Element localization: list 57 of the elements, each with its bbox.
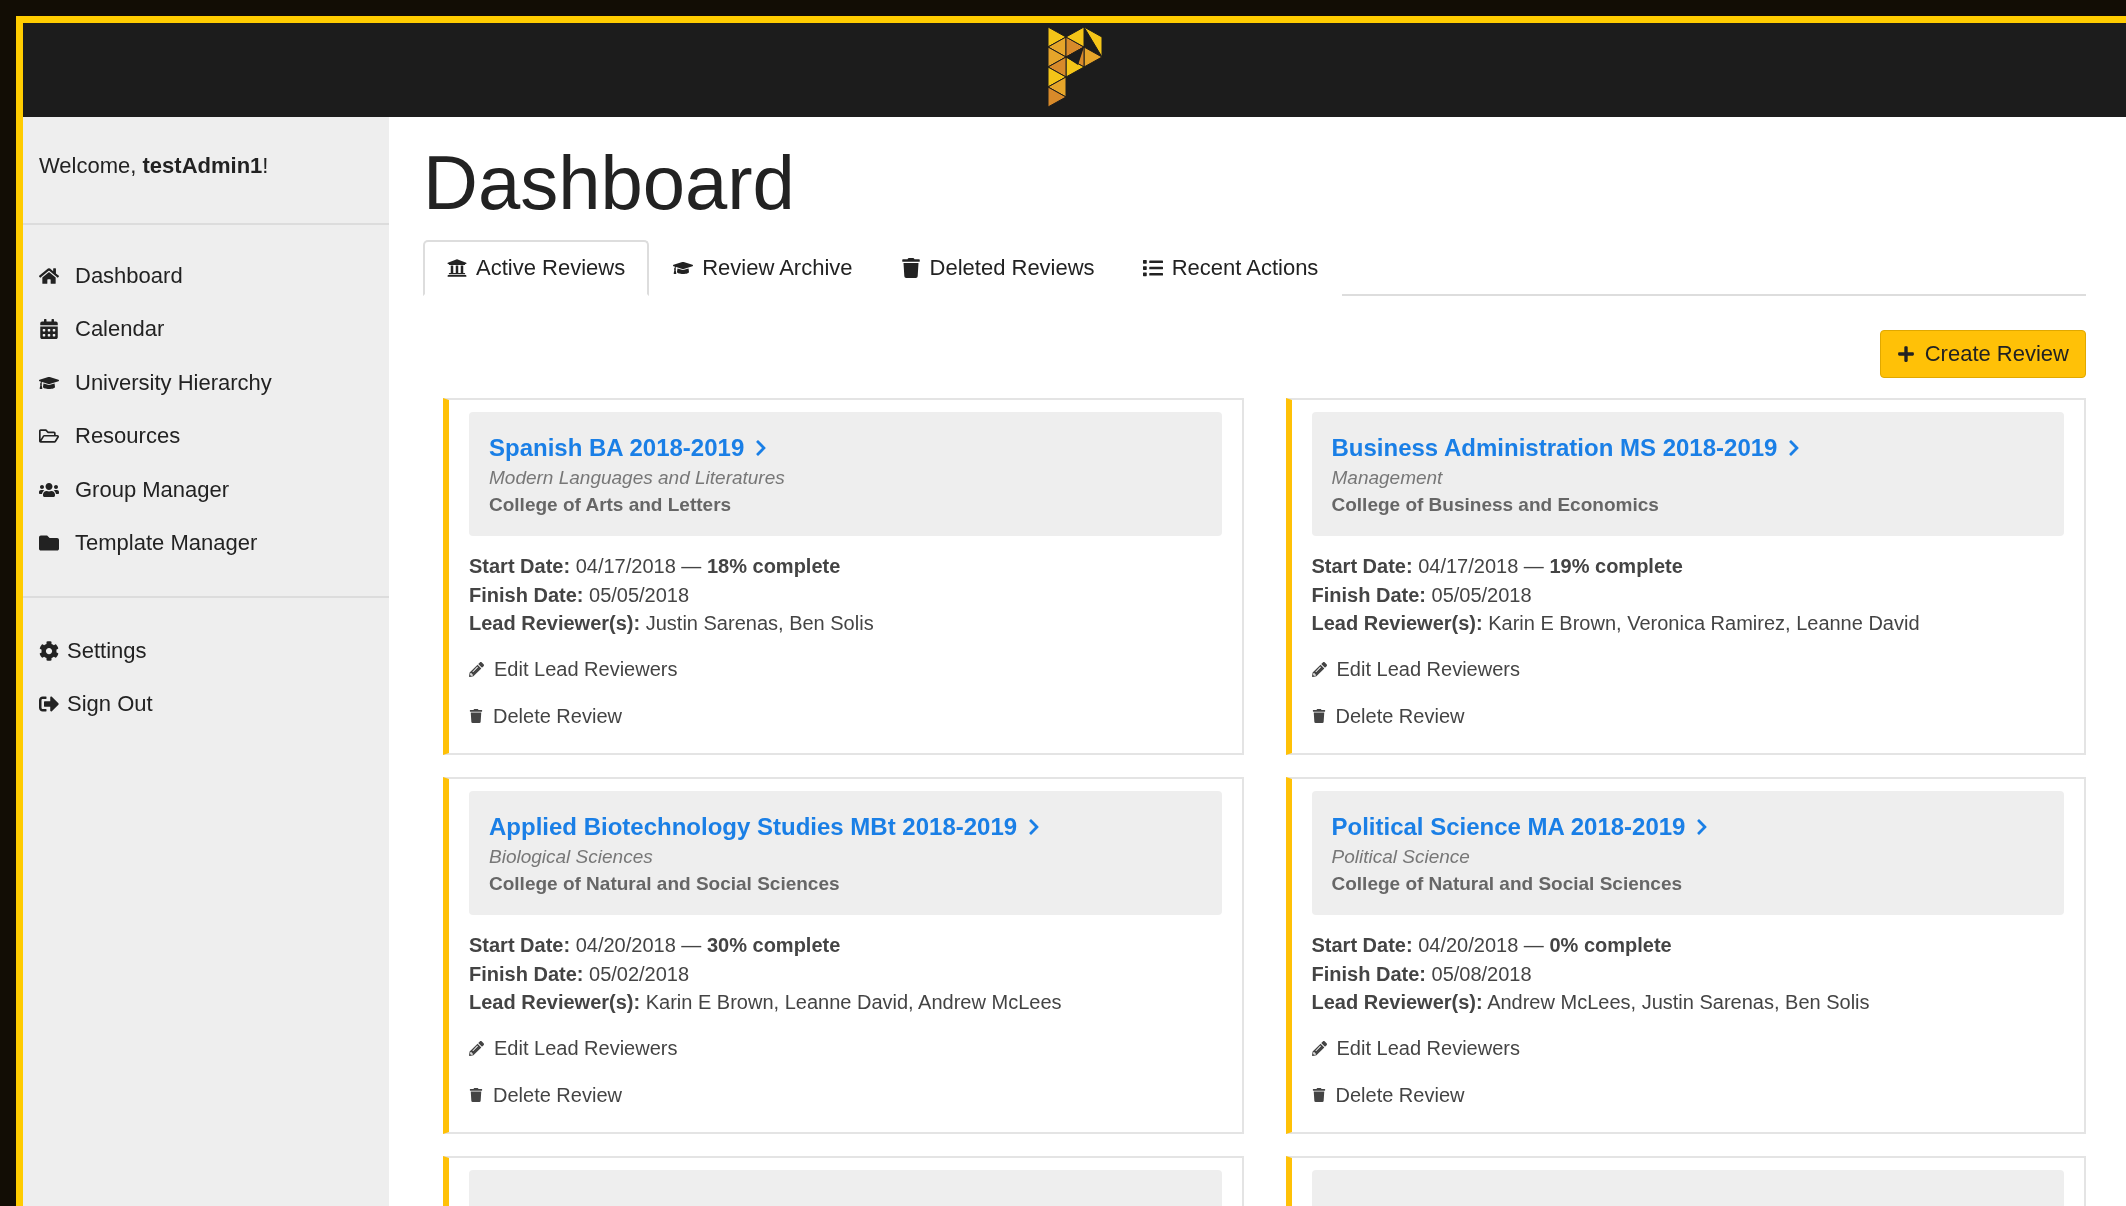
college-text: College of Business and Economics <box>1331 494 1660 516</box>
sidebar-item[interactable]: Group Manager <box>23 463 389 517</box>
department-text: Management <box>1331 467 1444 489</box>
sign-out-icon <box>39 694 59 715</box>
sidebar-item[interactable]: Sign Out <box>23 677 389 731</box>
create-review-button[interactable]: Create Review <box>1879 330 2086 378</box>
delete-review-link[interactable]: Delete Review <box>1311 1083 1465 1107</box>
trash-icon <box>1311 709 1326 723</box>
department-text: Biological Sciences <box>489 846 654 868</box>
pencil-icon <box>469 661 484 677</box>
edit-lead-reviewers-link[interactable]: Edit Lead Reviewers <box>1311 657 1520 681</box>
sidebar-item[interactable]: Settings <box>23 624 389 678</box>
lead-reviewers-text: Lead Reviewer(s): Karin E Brown, Leanne David, Andrew McLees <box>469 990 1063 1015</box>
sidebar-item[interactable]: Resources <box>23 409 389 463</box>
trash-icon <box>1311 1088 1326 1102</box>
pencil-icon <box>1311 1040 1327 1056</box>
finish-date-text: Finish Date: 05/02/2018 <box>469 961 691 987</box>
sidebar-item[interactable]: Calendar <box>23 302 389 356</box>
page-title: Dashboard <box>423 139 796 226</box>
folder-icon <box>39 533 59 554</box>
building-icon <box>447 258 467 278</box>
calendar-icon <box>39 319 59 340</box>
sidebar-item[interactable]: Dashboard <box>23 249 389 303</box>
trash-icon <box>469 709 483 723</box>
lead-reviewers-text: Lead Reviewer(s): Justin Sarenas, Ben Solis <box>469 611 875 636</box>
department-text: Modern Languages and Literatures <box>489 467 786 489</box>
edit-lead-reviewers-link[interactable]: Edit Lead Reviewers <box>1311 1036 1520 1060</box>
college-text: College of Natural and Social Sciences <box>1331 873 1684 895</box>
settings-icon <box>39 640 59 661</box>
trash-icon <box>900 258 921 278</box>
home-icon <box>39 265 59 286</box>
tab[interactable]: Active Reviews <box>423 240 650 296</box>
sidebar-item[interactable]: University Hierarchy <box>23 356 389 410</box>
trash-icon <box>469 1088 483 1102</box>
finish-date-text: Finish Date: 05/05/2018 <box>469 582 691 608</box>
start-date-text: Start Date: 04/20/2018 — 0% complete <box>1311 933 1673 958</box>
list-icon <box>1142 258 1163 278</box>
start-date-text: Start Date: 04/17/2018 — 19% complete <box>1311 554 1684 579</box>
lead-reviewers-text: Lead Reviewer(s): Andrew McLees, Justin Sarenas, Ben Solis <box>1311 990 1871 1015</box>
finish-date-text: Finish Date: 05/05/2018 <box>1311 582 1533 608</box>
start-date-text: Start Date: 04/17/2018 — 18% complete <box>469 554 842 579</box>
delete-review-link[interactable]: Delete Review <box>469 1083 622 1107</box>
college-text: College of Natural and Social Sciences <box>489 873 841 895</box>
edit-lead-reviewers-link[interactable]: Edit Lead Reviewers <box>469 657 678 681</box>
welcome-text: Welcome, testAdmin1! <box>39 153 269 178</box>
plus-icon <box>1896 345 1915 363</box>
lead-reviewers-text: Lead Reviewer(s): Karin E Brown, Veronica Ramirez, Leanne David <box>1311 611 1921 636</box>
department-text: Political Science <box>1331 846 1471 868</box>
pencil-icon <box>1311 661 1327 677</box>
sidebar-item[interactable]: Template Manager <box>23 516 389 570</box>
finish-date-text: Finish Date: 05/08/2018 <box>1311 961 1533 987</box>
start-date-text: Start Date: 04/20/2018 — 30% complete <box>469 933 842 958</box>
edit-lead-reviewers-link[interactable]: Edit Lead Reviewers <box>469 1036 678 1060</box>
delete-review-link[interactable]: Delete Review <box>1311 704 1465 728</box>
pencil-icon <box>469 1040 484 1056</box>
college-text: College of Arts and Letters <box>489 494 733 516</box>
delete-review-link[interactable]: Delete Review <box>469 704 622 728</box>
